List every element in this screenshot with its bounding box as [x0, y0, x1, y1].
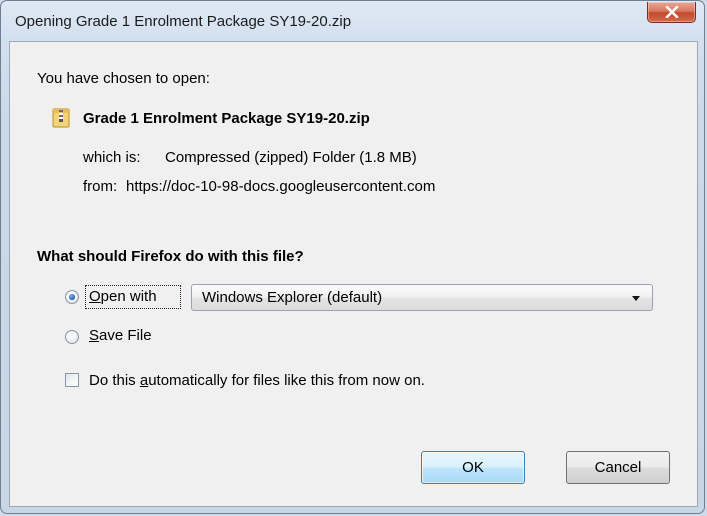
open-with-radio[interactable]	[65, 290, 79, 304]
intro-text: You have chosen to open:	[37, 70, 210, 87]
open-with-label[interactable]: Open with	[89, 288, 157, 305]
open-with-app-select[interactable]: Windows Explorer (default)	[191, 284, 653, 311]
download-dialog-window: Opening Grade 1 Enrolment Package SY19-2…	[0, 0, 705, 514]
title-bar[interactable]: Opening Grade 1 Enrolment Package SY19-2…	[1, 1, 704, 41]
save-file-radio[interactable]	[65, 330, 79, 344]
auto-action-label[interactable]: Do this automatically for files like thi…	[89, 372, 425, 389]
dialog-body: You have chosen to open: Grade 1 Enrolme…	[9, 41, 698, 507]
file-type-value: Compressed (zipped) Folder (1.8 MB)	[165, 149, 417, 166]
cancel-button[interactable]: Cancel	[566, 451, 670, 484]
save-file-label[interactable]: Save File	[89, 327, 152, 344]
close-icon	[665, 6, 679, 18]
file-name: Grade 1 Enrolment Package SY19-20.zip	[83, 110, 370, 127]
open-with-app-value: Windows Explorer (default)	[202, 289, 383, 306]
zip-folder-icon	[52, 108, 70, 128]
file-type-label: which is:	[83, 149, 141, 166]
action-question: What should Firefox do with this file?	[37, 248, 304, 265]
window-title: Opening Grade 1 Enrolment Package SY19-2…	[15, 13, 352, 30]
file-source-label: from:	[83, 178, 118, 195]
close-button[interactable]	[647, 2, 696, 23]
chevron-down-icon	[632, 296, 640, 301]
file-source-value: https://doc-10-98-docs.googleusercontent…	[126, 178, 436, 195]
ok-button[interactable]: OK	[421, 451, 525, 484]
auto-action-checkbox[interactable]	[65, 373, 79, 387]
